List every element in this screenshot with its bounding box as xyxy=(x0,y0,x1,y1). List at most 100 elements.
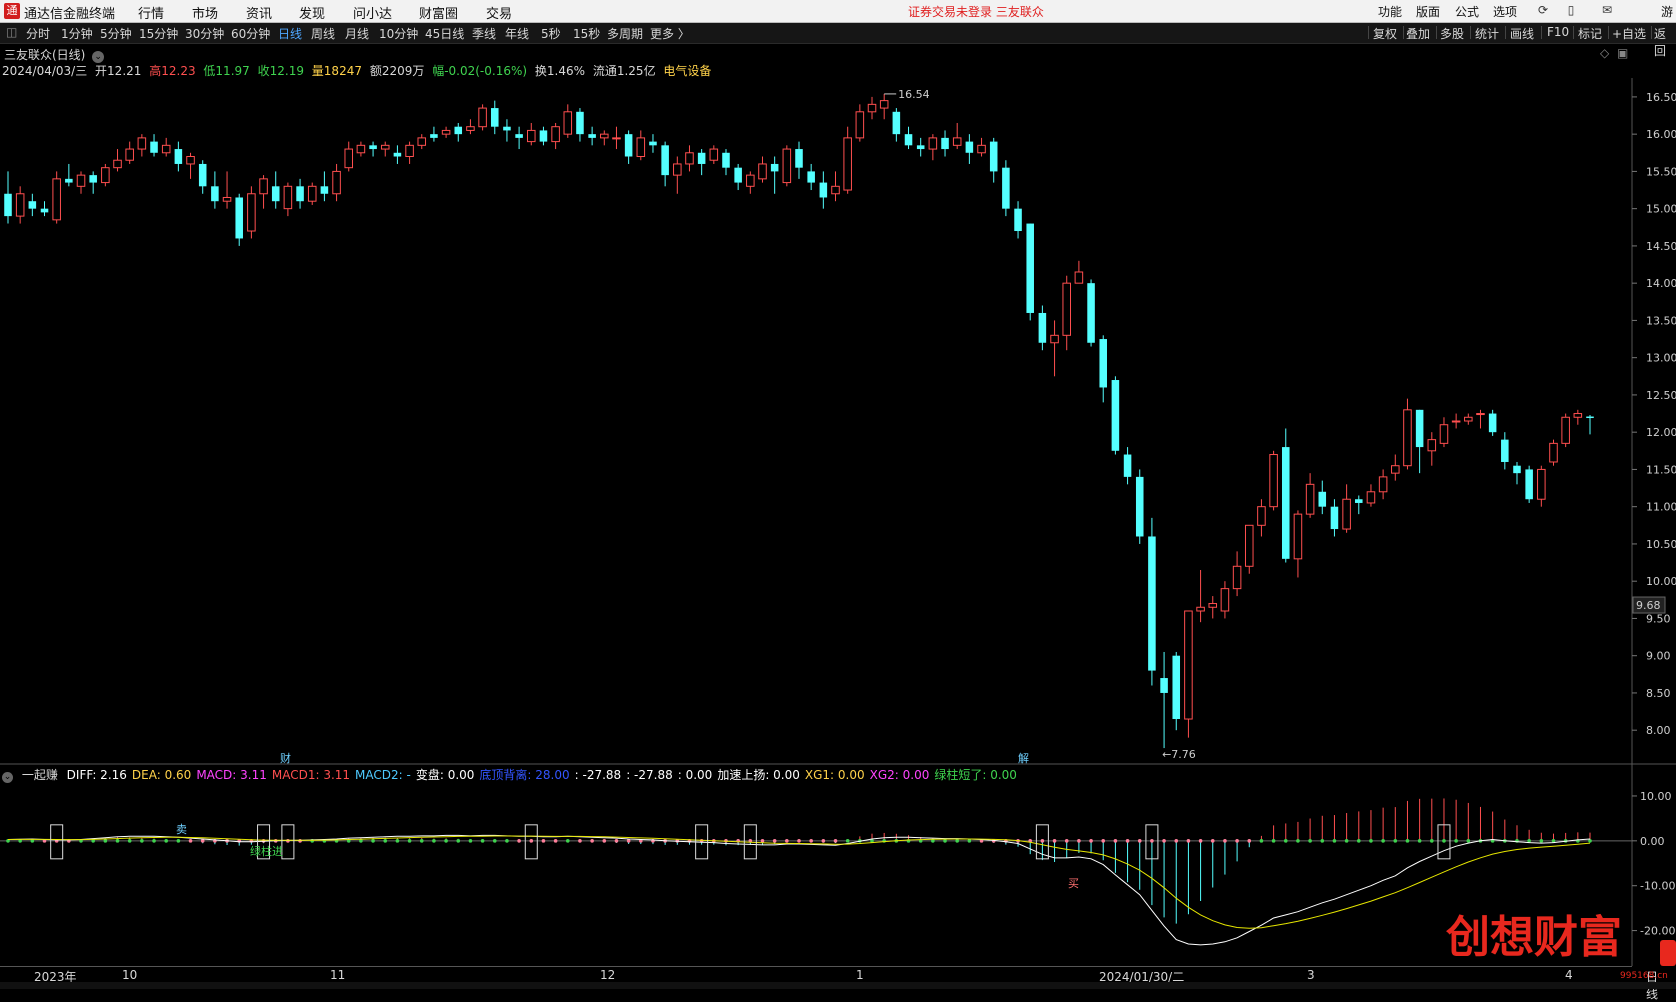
stock-name: 三友联众(日线) xyxy=(4,48,86,62)
menu-item-hangqing[interactable]: 行情 xyxy=(138,3,164,22)
tab-5sec[interactable]: 5秒 xyxy=(541,25,561,42)
tab-monthly[interactable]: 月线 xyxy=(345,25,369,42)
candle-body xyxy=(1111,380,1120,451)
candle-body xyxy=(503,126,511,131)
candle-body xyxy=(1172,655,1181,720)
tool-biaoji[interactable]: 标记 xyxy=(1578,25,1602,42)
candle-body xyxy=(624,134,633,157)
candle-body xyxy=(369,145,377,150)
menu-edge-label[interactable]: 游 xyxy=(1661,3,1673,20)
login-notice[interactable]: 证券交易未登录 三友联众 xyxy=(908,3,1044,20)
signal-dot xyxy=(1064,839,1069,843)
signal-dot xyxy=(1296,839,1300,843)
candle-body xyxy=(307,185,317,202)
candle-body xyxy=(734,167,742,183)
tool-tongji[interactable]: 统计 xyxy=(1475,25,1499,42)
menu-item-wenxiaoda[interactable]: 问小达 xyxy=(353,3,392,22)
tool-back[interactable]: 返回 xyxy=(1654,25,1676,59)
candle-body xyxy=(758,163,767,180)
tool-huaxian[interactable]: 画线 xyxy=(1510,25,1534,42)
diamond-icon[interactable]: ◇ xyxy=(1600,46,1609,60)
tab-yearly[interactable]: 年线 xyxy=(505,25,529,42)
tool-duogu[interactable]: 多股 xyxy=(1440,25,1464,42)
candle-body xyxy=(770,163,779,172)
candle-body xyxy=(722,152,730,168)
tab-multi-period[interactable]: 多周期 xyxy=(607,25,643,42)
candle-body xyxy=(1160,678,1168,693)
toolbar-divider xyxy=(1573,26,1574,39)
candle-body xyxy=(879,100,889,109)
candle-body xyxy=(709,148,719,161)
mail-icon[interactable]: ✉ xyxy=(1600,3,1614,17)
menu-item-banmian[interactable]: 版面 xyxy=(1416,3,1440,20)
menu-item-shichang[interactable]: 市场 xyxy=(192,3,218,22)
quote-sector[interactable]: 电气设备 xyxy=(663,64,711,78)
tab-more[interactable]: 更多 〉 xyxy=(650,25,690,42)
candle-body xyxy=(1074,271,1084,284)
period-toolbar: ◫ 分时 1分钟 5分钟 15分钟 30分钟 60分钟 日线 周线 月线 10分… xyxy=(0,23,1676,58)
dea-line xyxy=(7,835,1591,929)
menu-item-jiaoyi[interactable]: 交易 xyxy=(486,3,512,22)
price-tick-label: 8.50 xyxy=(1646,687,1671,700)
indicator-panel: 卖买 绿柱进 xyxy=(0,798,1632,946)
candle-body xyxy=(89,175,97,183)
candle-body xyxy=(430,134,438,138)
candle-body xyxy=(1196,606,1205,612)
top-menu-bar: 通 通达信金融终端 行情 市场 资讯 发现 问小达 财富圈 交易 证券交易未登录… xyxy=(0,0,1676,23)
candle-body xyxy=(843,137,852,191)
window-mode-icon[interactable]: ▣ xyxy=(1617,46,1628,60)
tab-15sec[interactable]: 15秒 xyxy=(573,25,600,42)
stock-title[interactable]: 三友联众(日线) ⌄ xyxy=(4,46,105,63)
tab-10min[interactable]: 10分钟 xyxy=(379,25,418,42)
phone-icon[interactable]: ▯ xyxy=(1564,3,1578,17)
signal-dot xyxy=(1320,839,1325,843)
price-tick-label: 11.50 xyxy=(1646,463,1676,476)
candle-body xyxy=(746,174,755,187)
tab-fenshi[interactable]: 分时 xyxy=(26,25,50,42)
tool-fuquan[interactable]: 复权 xyxy=(1373,25,1397,42)
menu-item-caifuquan[interactable]: 财富圈 xyxy=(419,3,458,22)
indicator-name[interactable]: 一起赚 xyxy=(22,768,58,782)
candle-body xyxy=(441,129,451,135)
tool-f10[interactable]: F10 xyxy=(1547,25,1569,39)
indicator-value: XG1: 0.00 xyxy=(804,768,865,782)
candle-body xyxy=(1501,439,1509,462)
tab-weekly[interactable]: 周线 xyxy=(311,25,335,42)
panel-toggle-icon[interactable]: ◫ xyxy=(6,25,17,39)
price-tick-label: 15.00 xyxy=(1646,203,1676,216)
candle-body xyxy=(40,208,49,213)
tab-60min[interactable]: 60分钟 xyxy=(231,25,270,42)
tab-quarterly[interactable]: 季线 xyxy=(472,25,496,42)
signal-dot xyxy=(1125,839,1130,843)
candle-body xyxy=(283,185,293,210)
refresh-icon[interactable]: ⟳ xyxy=(1536,3,1550,17)
indicator-value: 底顶背离: 28.00 xyxy=(479,768,570,782)
high-marker-label: 16.54 xyxy=(898,88,930,101)
candle-body xyxy=(320,186,329,194)
bottom-tab-strip[interactable] xyxy=(0,982,1676,989)
tab-1min[interactable]: 1分钟 xyxy=(61,25,93,42)
toolbar-divider xyxy=(1608,26,1609,39)
signal-dot xyxy=(176,839,181,843)
candle-body xyxy=(636,137,646,158)
menu-item-gongshi[interactable]: 公式 xyxy=(1455,3,1479,20)
tab-daily[interactable]: 日线 xyxy=(278,25,302,42)
tool-diejia[interactable]: 叠加 xyxy=(1406,25,1430,42)
tab-15min[interactable]: 15分钟 xyxy=(139,25,178,42)
price-tick-label: 11.00 xyxy=(1646,501,1676,514)
tab-45day[interactable]: 45日线 xyxy=(425,25,464,42)
tab-30min[interactable]: 30分钟 xyxy=(185,25,224,42)
indicator-collapse-icon[interactable]: ⌄ xyxy=(2,772,13,783)
chart-area[interactable]: 8.00 8.50 9.00 9.50 10.00 10.50 11.00 11.50 12.0… xyxy=(0,78,1676,966)
signal-dot xyxy=(833,839,838,843)
candle-body xyxy=(551,126,560,143)
indicator-value: MACD1: 3.11 xyxy=(271,768,351,782)
tab-5min[interactable]: 5分钟 xyxy=(100,25,132,42)
signal-dot xyxy=(140,839,144,843)
tool-add-watchlist[interactable]: +自选 xyxy=(1612,25,1646,42)
menu-item-gongneng[interactable]: 功能 xyxy=(1378,3,1402,20)
menu-item-zixun[interactable]: 资讯 xyxy=(246,3,272,22)
menu-item-faxian[interactable]: 发现 xyxy=(299,3,325,22)
menu-item-xuanxiang[interactable]: 选项 xyxy=(1493,3,1517,20)
quote-date: 2024/04/03/三 xyxy=(2,64,88,78)
